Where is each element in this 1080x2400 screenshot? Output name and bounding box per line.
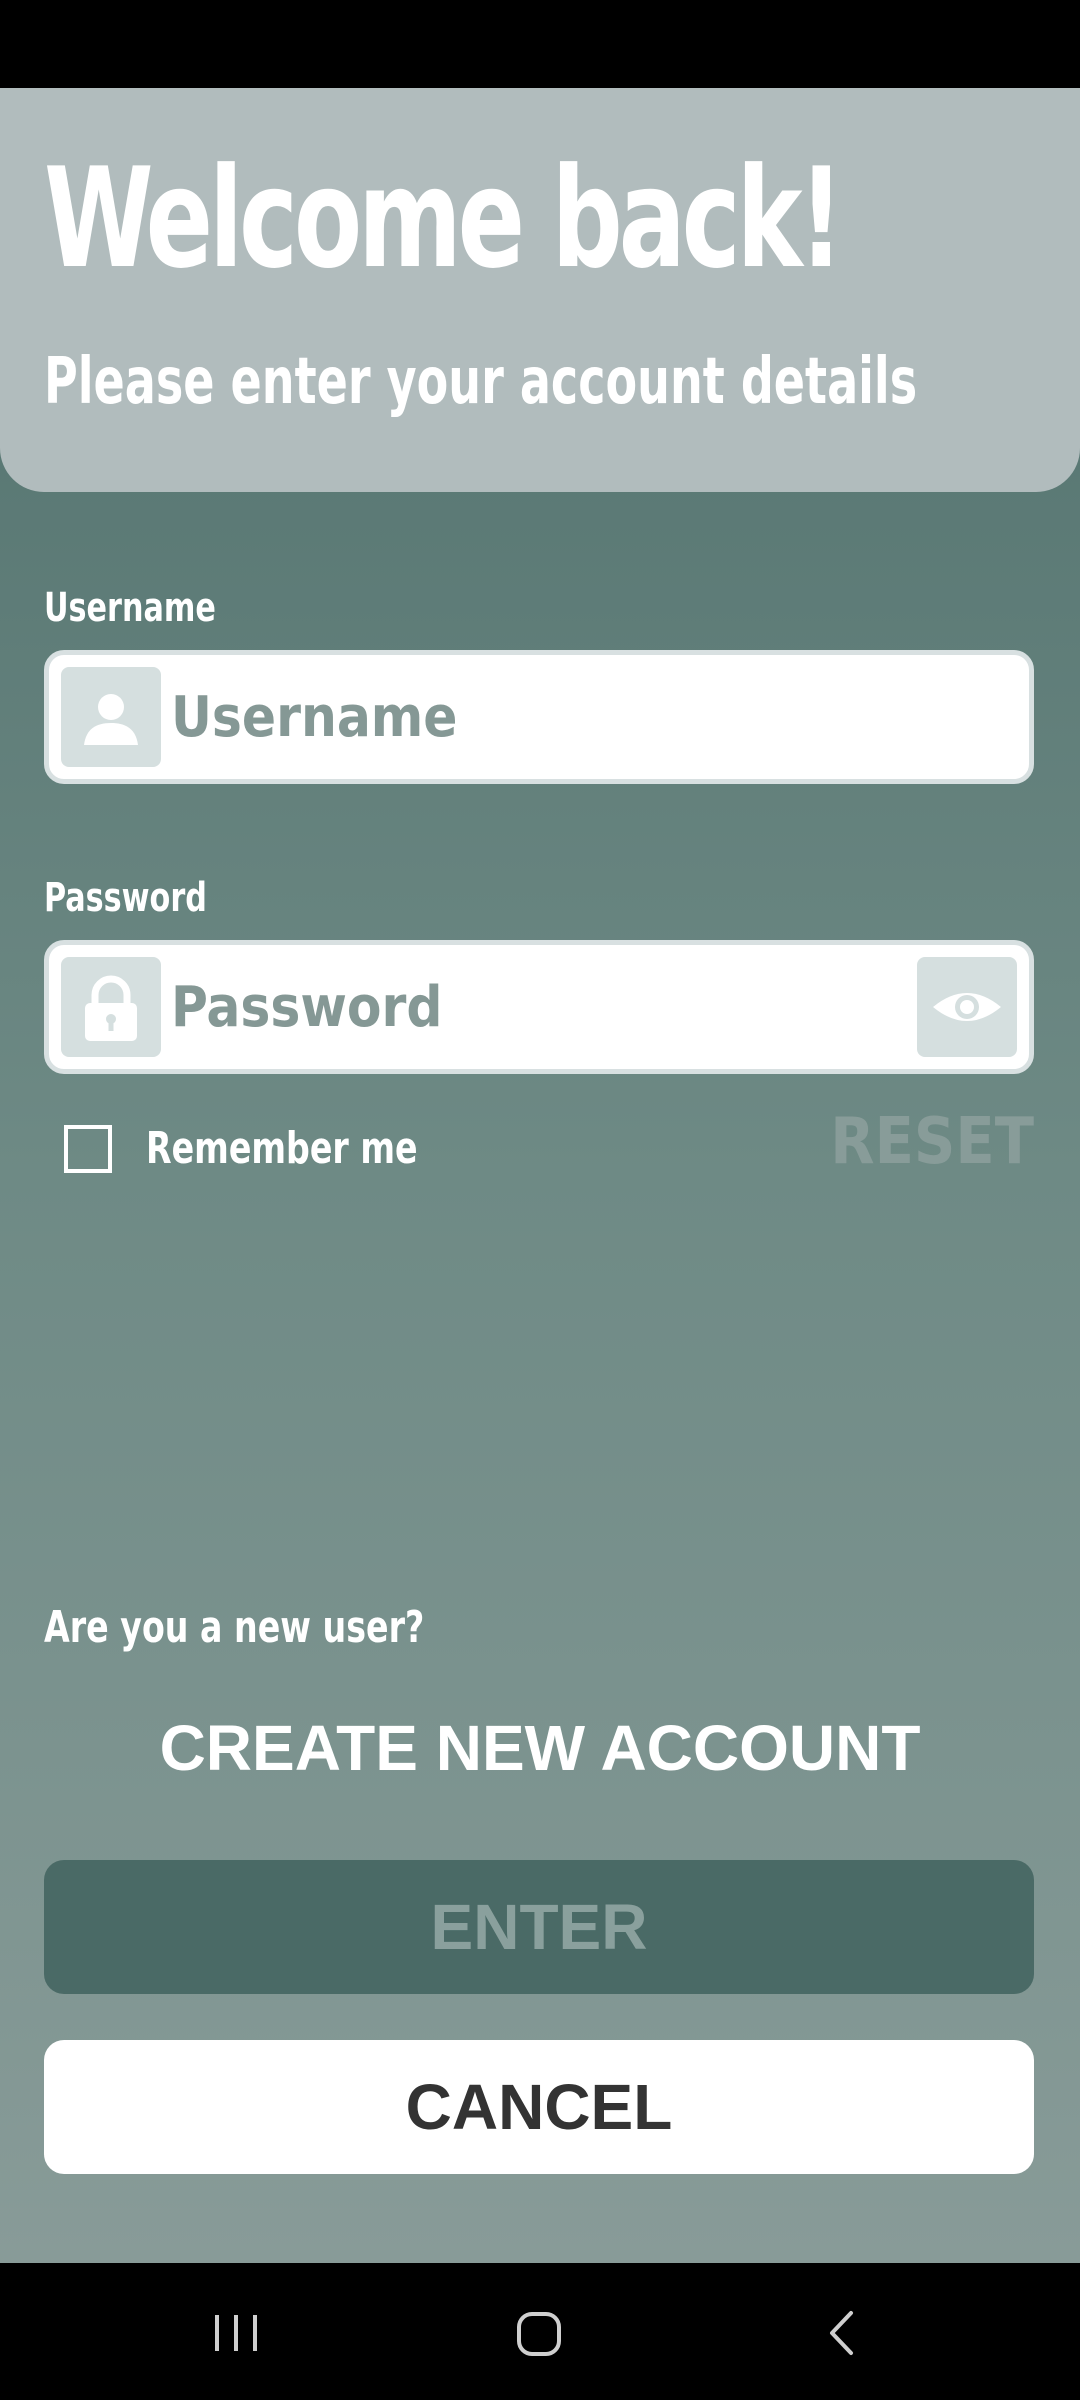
password-input[interactable] (171, 953, 851, 1061)
username-label: Username (44, 585, 216, 631)
username-input[interactable] (171, 663, 971, 771)
password-field[interactable] (44, 940, 1034, 1074)
recents-button[interactable] (196, 2293, 276, 2373)
page-title: Welcome back! (44, 138, 844, 299)
login-screen: Welcome back! Please enter your account … (0, 88, 1080, 2263)
header-card: Welcome back! Please enter your account … (0, 88, 1080, 492)
username-field[interactable] (44, 650, 1034, 784)
remember-me-checkbox[interactable] (64, 1125, 112, 1173)
enter-button[interactable]: ENTER (44, 1860, 1034, 1994)
home-icon (517, 2312, 561, 2356)
create-account-button[interactable]: CREATE NEW ACCOUNT (0, 1716, 1080, 1780)
cancel-button[interactable]: CANCEL (44, 2040, 1034, 2174)
show-password-button[interactable] (917, 957, 1017, 1057)
reset-button[interactable]: RESET (830, 1110, 1034, 1174)
recents-icon (215, 2315, 257, 2351)
navigation-bar (0, 2263, 1080, 2400)
status-bar (0, 0, 1080, 88)
remember-me-label[interactable]: Remember me (146, 1125, 418, 1173)
password-label: Password (44, 875, 207, 921)
user-icon (61, 667, 161, 767)
page-subtitle: Please enter your account details (44, 345, 918, 419)
new-user-prompt: Are you a new user? (44, 1602, 425, 1653)
back-icon (830, 2311, 853, 2355)
eye-icon (933, 993, 1001, 1021)
home-button[interactable] (500, 2293, 580, 2373)
back-button[interactable] (800, 2293, 880, 2373)
lock-icon (61, 957, 161, 1057)
